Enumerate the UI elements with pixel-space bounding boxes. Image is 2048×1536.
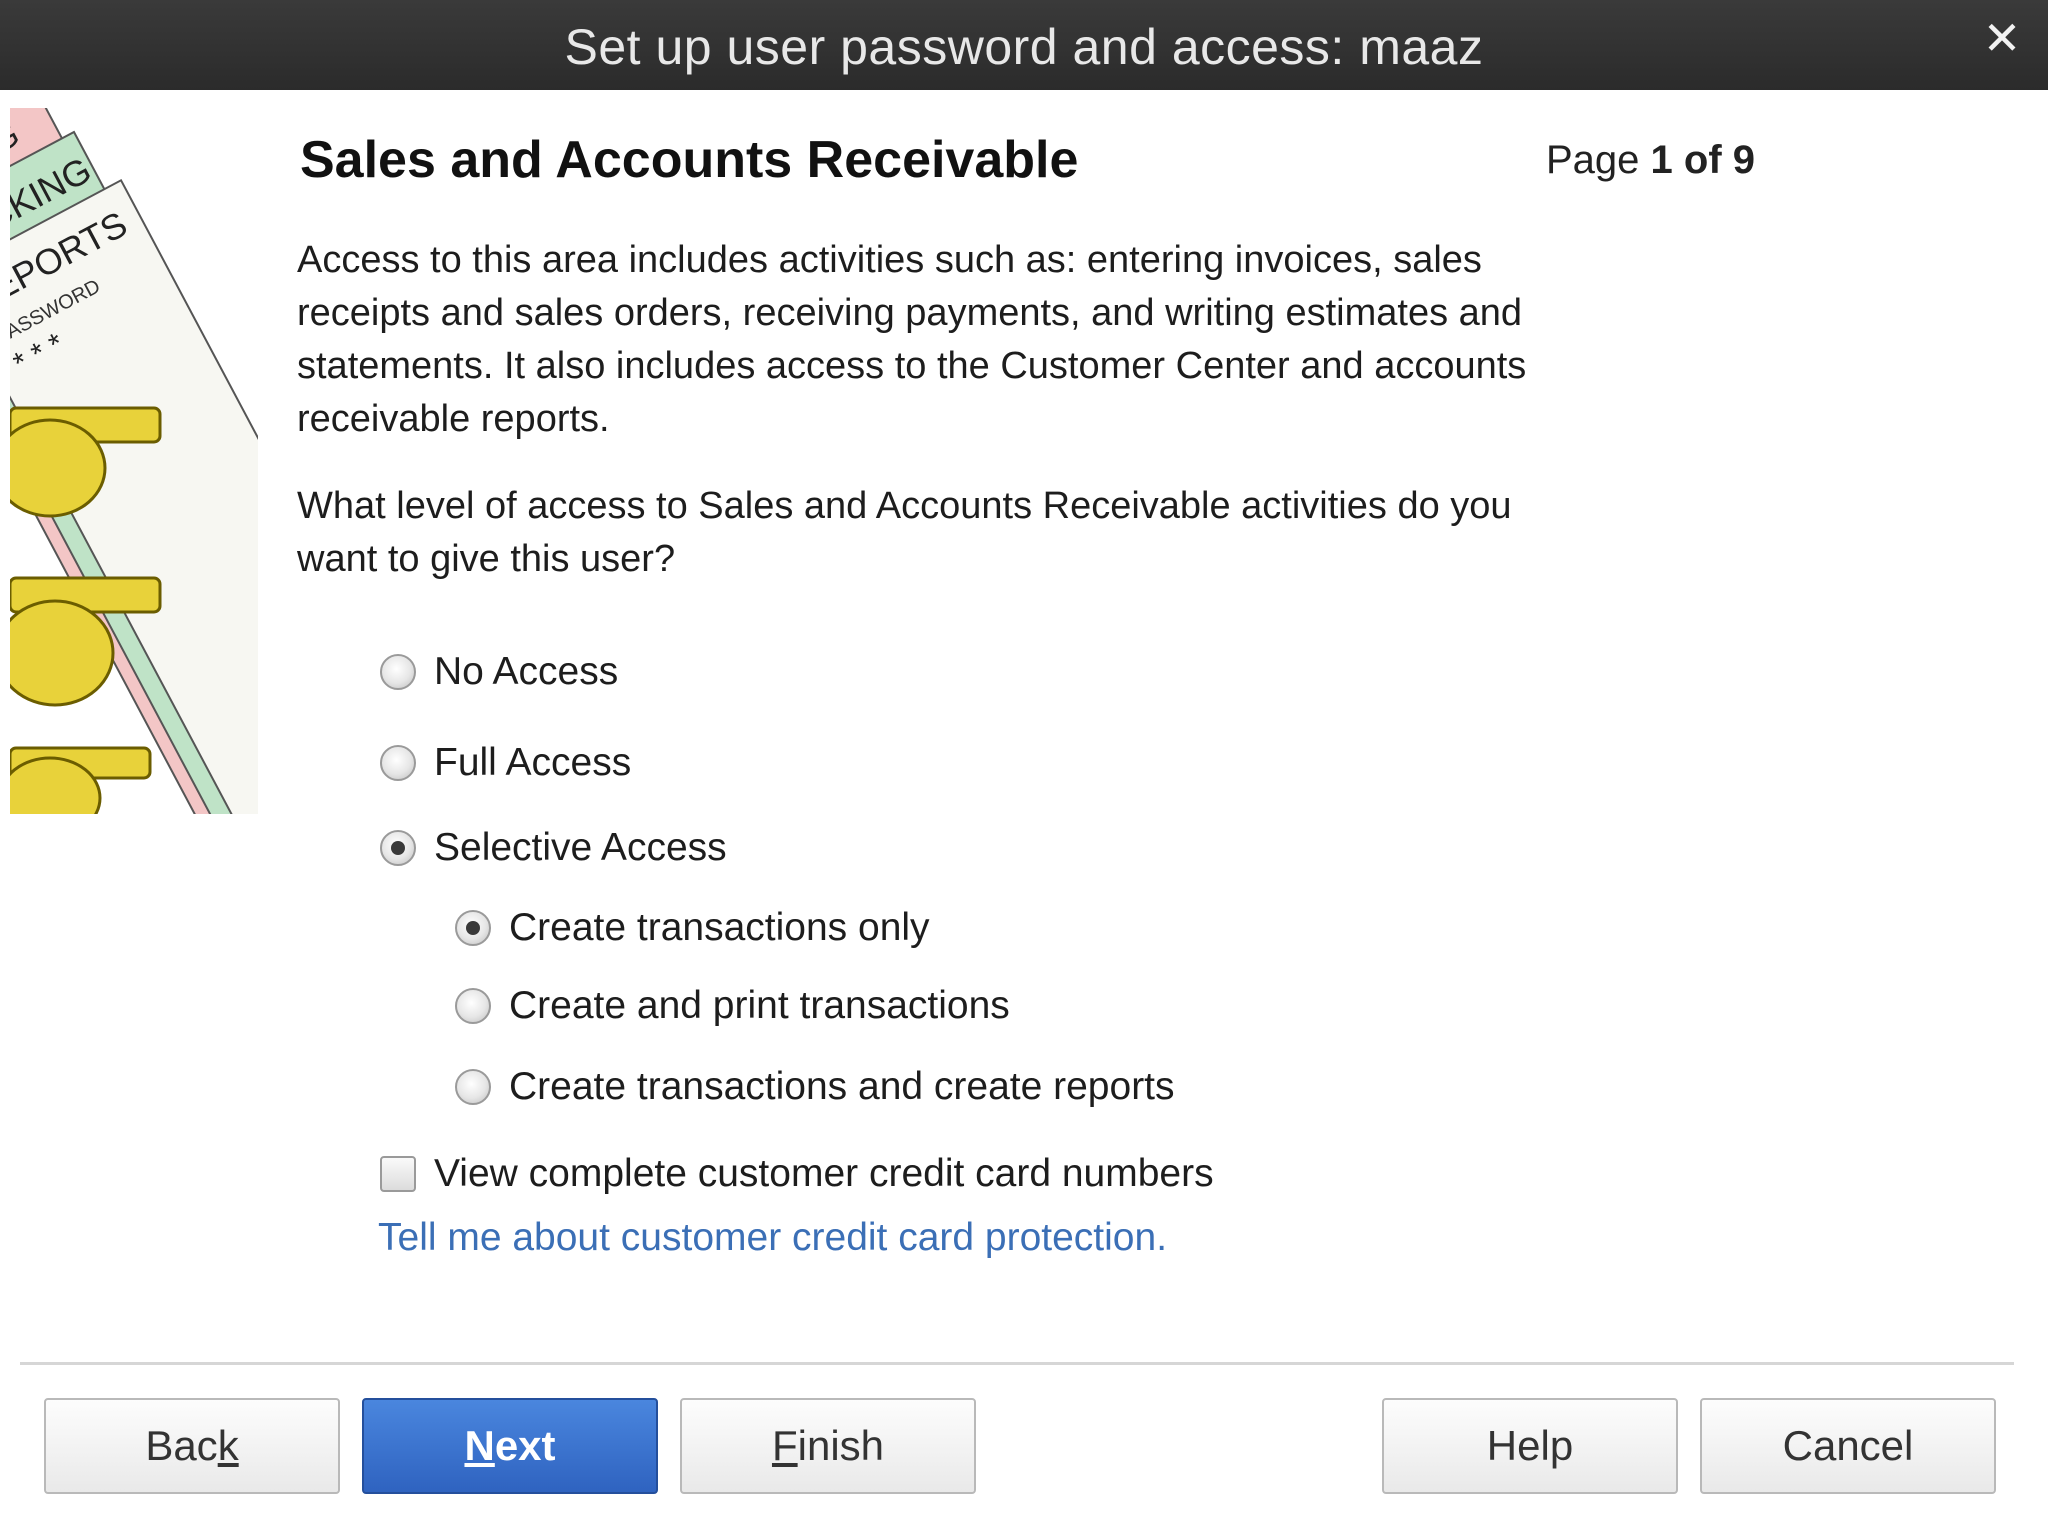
- finish-label: inish: [797, 1422, 885, 1469]
- radio-button[interactable]: [455, 1069, 491, 1105]
- radio-create-transactions-only[interactable]: Create transactions only: [455, 906, 930, 950]
- keys-illustration: BANKING TRACKING REPORTS PASSWORD * * *: [10, 108, 258, 814]
- divider: [20, 1362, 2014, 1365]
- radio-button[interactable]: [380, 745, 416, 781]
- radio-label: Full Access: [434, 741, 632, 784]
- next-label: ext: [494, 1422, 556, 1469]
- radio-button[interactable]: [380, 654, 416, 690]
- page-indicator: Page 1 of 9: [1546, 138, 1755, 183]
- radio-button[interactable]: [455, 910, 491, 946]
- page-indicator-label: Page: [1546, 138, 1640, 182]
- radio-label: Create and print transactions: [509, 984, 1010, 1027]
- radio-button[interactable]: [380, 830, 416, 866]
- title-bar: Set up user password and access: maaz ✕: [0, 0, 2048, 90]
- next-button[interactable]: Next: [362, 1398, 658, 1494]
- radio-label: Create transactions and create reports: [509, 1065, 1175, 1108]
- next-accel: N: [464, 1422, 495, 1469]
- radio-label: Create transactions only: [509, 906, 930, 949]
- finish-button[interactable]: Finish: [680, 1398, 976, 1494]
- close-icon[interactable]: ✕: [1980, 15, 2024, 61]
- description-text: Access to this area includes activities …: [297, 239, 1527, 440]
- radio-full-access[interactable]: Full Access: [380, 741, 631, 785]
- back-button[interactable]: Back: [44, 1398, 340, 1494]
- radio-create-and-print[interactable]: Create and print transactions: [455, 984, 1010, 1028]
- page-title: Sales and Accounts Receivable: [300, 131, 1079, 189]
- finish-accel: F: [771, 1422, 798, 1469]
- radio-no-access[interactable]: No Access: [380, 650, 618, 694]
- checkbox-label: View complete customer credit card numbe…: [434, 1152, 1214, 1195]
- page-indicator-value: 1 of 9: [1650, 138, 1756, 182]
- credit-card-protection-link[interactable]: Tell me about customer credit card prote…: [378, 1216, 1167, 1260]
- radio-label: Selective Access: [434, 826, 727, 869]
- radio-label: No Access: [434, 650, 619, 693]
- radio-selective-access[interactable]: Selective Access: [380, 826, 727, 870]
- radio-create-and-reports[interactable]: Create transactions and create reports: [455, 1065, 1175, 1109]
- credit-card-checkbox-row[interactable]: View complete customer credit card numbe…: [380, 1152, 1214, 1196]
- back-label: Bac: [145, 1422, 218, 1469]
- window-title: Set up user password and access: maaz: [564, 19, 1484, 75]
- question-text: What level of access to Sales and Accoun…: [297, 485, 1512, 580]
- cancel-button[interactable]: Cancel: [1700, 1398, 1996, 1494]
- credit-card-checkbox[interactable]: [380, 1156, 416, 1192]
- help-button[interactable]: Help: [1382, 1398, 1678, 1494]
- radio-button[interactable]: [455, 988, 491, 1024]
- back-accel: k: [217, 1422, 239, 1469]
